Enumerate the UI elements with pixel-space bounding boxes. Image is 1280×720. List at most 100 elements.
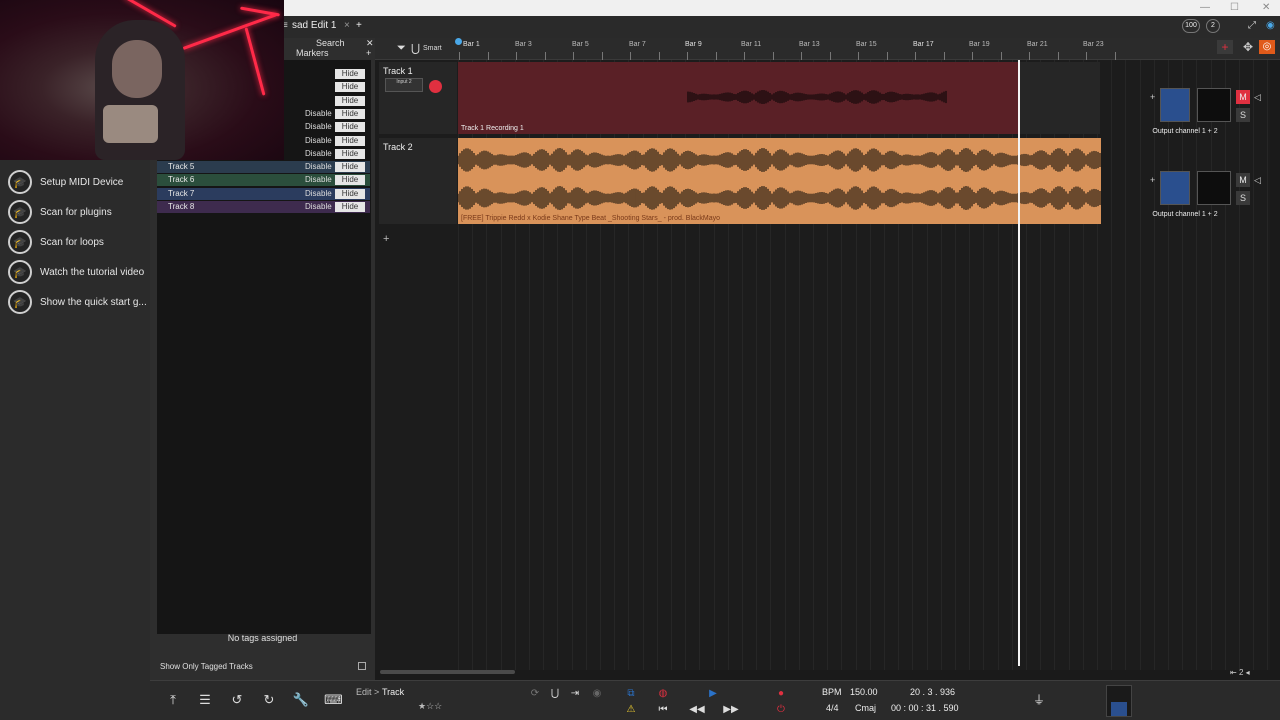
- hide-button[interactable]: Hide: [335, 135, 365, 146]
- magnet-icon[interactable]: ⋃: [411, 42, 420, 55]
- help-item-plugins[interactable]: 🎓 Scan for plugins: [0, 197, 150, 227]
- volume-fader[interactable]: [1160, 171, 1190, 205]
- hide-button[interactable]: Hide: [335, 95, 365, 106]
- rewind-icon[interactable]: ◀◀: [688, 701, 706, 719]
- timeline-ruler[interactable]: ⏷ ⋃ Smart Bar 1 Bar 3 Bar 5 Bar 7 Bar 9 …: [375, 38, 1280, 60]
- hide-button[interactable]: Hide: [335, 108, 365, 119]
- hide-button[interactable]: Hide: [335, 202, 365, 212]
- add-plugin-icon[interactable]: +: [1150, 175, 1155, 185]
- track-header-2[interactable]: Track 2: [379, 138, 457, 224]
- minimize-button[interactable]: —: [1200, 2, 1210, 13]
- disable-button[interactable]: Disable: [305, 109, 332, 118]
- output-label[interactable]: Output channel 1 + 2: [1140, 211, 1230, 218]
- close-tab-icon[interactable]: ×: [344, 20, 350, 31]
- metronome-icon[interactable]: ◉: [588, 685, 606, 703]
- markers-tab[interactable]: Markers: [296, 48, 329, 58]
- speaker-icon[interactable]: ◁: [1254, 175, 1261, 186]
- hide-button[interactable]: Hide: [335, 122, 365, 133]
- track-name[interactable]: Track 2: [383, 142, 413, 152]
- ruler-tick: [487, 52, 489, 60]
- pan-meter[interactable]: [1197, 88, 1231, 122]
- disable-button[interactable]: Disable: [305, 149, 332, 158]
- solo-button[interactable]: S: [1236, 191, 1250, 205]
- track-header-1[interactable]: Track 1 Input 2: [379, 62, 457, 134]
- add-icon[interactable]: +: [366, 48, 371, 58]
- track-row[interactable]: Track 5 Disable Hide: [157, 161, 370, 174]
- track-row[interactable]: Track 6 Disable Hide: [157, 174, 370, 187]
- loop-icon[interactable]: ⟳: [526, 685, 544, 703]
- punch-icon[interactable]: ⇥: [566, 685, 584, 703]
- output-label[interactable]: Output channel 1 + 2: [1140, 128, 1230, 135]
- star-rating-icon[interactable]: ★☆☆: [418, 701, 442, 712]
- help-item-loops[interactable]: 🎓 Scan for loops: [0, 227, 150, 257]
- breadcrumb-edit[interactable]: Edit: [356, 687, 372, 697]
- help-item-tutorial[interactable]: 🎓 Watch the tutorial video: [0, 257, 150, 287]
- smart-mode-label[interactable]: Smart: [423, 45, 442, 52]
- menu-icon[interactable]: ☰: [196, 691, 214, 709]
- key-signature[interactable]: Cmaj: [855, 703, 876, 713]
- tab-edit[interactable]: sad Edit 1: [292, 20, 336, 31]
- hide-button[interactable]: Hide: [335, 148, 365, 159]
- maximize-button[interactable]: ☐: [1230, 2, 1239, 13]
- solo-button[interactable]: S: [1236, 108, 1250, 122]
- redo-icon[interactable]: ↻: [260, 691, 278, 709]
- close-window-button[interactable]: ✕: [1262, 2, 1270, 13]
- move-icon[interactable]: ✥: [1241, 40, 1255, 54]
- playhead[interactable]: [1018, 60, 1020, 666]
- hide-button[interactable]: Hide: [335, 82, 365, 93]
- show-tagged-checkbox[interactable]: [358, 662, 366, 670]
- record-arm-button[interactable]: [429, 80, 442, 93]
- search-tab[interactable]: Search: [316, 38, 345, 48]
- hide-button[interactable]: Hide: [335, 162, 365, 173]
- snap-icon[interactable]: ⏷: [397, 42, 406, 55]
- mute-button[interactable]: M: [1236, 90, 1250, 104]
- disable-button[interactable]: Disable: [305, 189, 332, 198]
- disable-button[interactable]: Disable: [305, 175, 332, 184]
- add-track-button[interactable]: +: [1217, 40, 1233, 54]
- input-selector[interactable]: Input 2: [385, 78, 423, 92]
- disable-button[interactable]: Disable: [305, 122, 332, 131]
- stop-record-icon[interactable]: ⏻: [772, 701, 790, 719]
- help-item-quickstart[interactable]: 🎓 Show the quick start g...: [0, 287, 150, 317]
- undo-icon[interactable]: ↺: [228, 691, 246, 709]
- record-mode-icon[interactable]: ◎: [1259, 40, 1275, 54]
- help-item-midi[interactable]: 🎓 Setup MIDI Device: [0, 167, 150, 197]
- bar-position[interactable]: 20 . 3 . 936: [910, 687, 955, 697]
- audio-clip[interactable]: [FREE] Trippie Redd x Kodie Shane Type B…: [458, 138, 1101, 224]
- export-icon[interactable]: ⤒: [164, 691, 182, 709]
- pan-meter[interactable]: [1197, 171, 1231, 205]
- horizontal-scrollbar[interactable]: [380, 670, 515, 674]
- hide-button[interactable]: Hide: [335, 188, 365, 199]
- time-signature[interactable]: 4/4: [826, 703, 839, 713]
- track-name[interactable]: Track 1: [383, 66, 413, 76]
- expand-icon[interactable]: ⤢: [1248, 20, 1256, 31]
- plug-icon[interactable]: ⏚: [1030, 691, 1048, 709]
- view-icon[interactable]: ◉: [1266, 20, 1275, 31]
- bpm-value[interactable]: 150.00: [850, 687, 878, 697]
- graduation-cap-icon: 🎓: [8, 170, 32, 194]
- mute-button[interactable]: M: [1236, 173, 1250, 187]
- zoom-control[interactable]: ⇤ 2 ◂: [1230, 668, 1250, 677]
- play-button[interactable]: ▶: [704, 685, 722, 703]
- snap-magnet-icon[interactable]: ⋃: [546, 685, 564, 703]
- add-track-icon[interactable]: +: [383, 233, 389, 245]
- disable-button[interactable]: Disable: [305, 202, 332, 211]
- go-start-icon[interactable]: ⏮: [654, 701, 672, 719]
- fast-forward-icon[interactable]: ▶▶: [722, 701, 740, 719]
- add-plugin-icon[interactable]: +: [1150, 92, 1155, 102]
- hide-button[interactable]: Hide: [335, 69, 365, 79]
- hide-button[interactable]: Hide: [335, 175, 365, 186]
- loop-marker[interactable]: [455, 38, 462, 45]
- track-row[interactable]: Track 8 Disable Hide: [157, 201, 370, 213]
- breadcrumb-track[interactable]: Track: [382, 687, 404, 697]
- disable-button[interactable]: Disable: [305, 162, 332, 171]
- disable-button[interactable]: Disable: [305, 136, 332, 145]
- new-tab-button[interactable]: +: [356, 20, 362, 31]
- volume-fader[interactable]: [1160, 88, 1190, 122]
- speaker-icon[interactable]: ◁: [1254, 92, 1261, 103]
- wrench-icon[interactable]: 🔧: [292, 691, 310, 709]
- track-row[interactable]: Track 7 Disable Hide: [157, 187, 370, 200]
- time-position[interactable]: 00 : 00 : 31 . 590: [891, 703, 959, 713]
- audio-clip[interactable]: Track 1 Recording 1: [458, 62, 1018, 134]
- keyboard-icon[interactable]: ⌨: [324, 691, 343, 709]
